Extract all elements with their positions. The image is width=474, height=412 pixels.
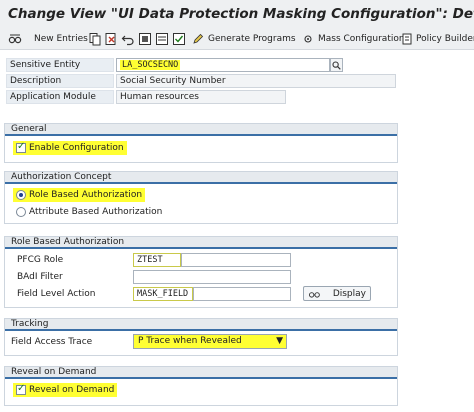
generate-programs-button[interactable]: Generate Programs <box>192 31 296 47</box>
undo-icon[interactable] <box>121 32 135 46</box>
badi-filter-input[interactable] <box>133 270 291 284</box>
reveal-on-demand-label: Reveal on Demand <box>29 385 115 395</box>
sensitive-entity-value: LA_SOCSECNO <box>120 60 181 70</box>
pencil-icon <box>193 33 204 44</box>
general-group: General ✓ Enable Configuration <box>4 123 398 163</box>
toolbar: New Entries Generate Programs Mass Confi… <box>0 28 474 50</box>
authorization-concept-group: Authorization Concept Role Based Authori… <box>4 171 398 224</box>
search-help-button[interactable] <box>330 58 343 72</box>
field-level-action-input-extension[interactable] <box>193 287 291 301</box>
checkmark-icon: ✓ <box>17 141 26 152</box>
description-value: Social Security Number <box>116 74 396 88</box>
mass-configuration-label: Mass Configuration <box>318 34 405 44</box>
chevron-down-icon: ▼ <box>276 336 283 346</box>
enable-configuration-checkbox[interactable]: ✓ Enable Configuration <box>13 141 127 155</box>
attribute-based-authorization-label: Attribute Based Authorization <box>29 207 163 217</box>
policy-builder-button[interactable]: Policy Builder <box>402 31 474 47</box>
reveal-on-demand-group: Reveal on Demand ✓ Reveal on Demand <box>4 366 398 406</box>
field-access-trace-value: P Trace when Revealed <box>138 336 242 346</box>
window-title: Change View "UI Data Protection Masking … <box>0 0 474 28</box>
radio-unselected-icon <box>16 207 26 217</box>
generate-programs-label: Generate Programs <box>208 34 296 44</box>
display-glasses-icon <box>309 291 320 298</box>
enable-configuration-label: Enable Configuration <box>29 143 124 153</box>
sensitive-entity-label: Sensitive Entity <box>6 58 114 72</box>
search-icon <box>332 60 341 70</box>
reveal-on-demand-checkbox[interactable]: ✓ Reveal on Demand <box>13 383 118 397</box>
general-group-title: General <box>5 124 397 136</box>
reveal-on-demand-title: Reveal on Demand <box>5 367 397 379</box>
mass-configuration-button[interactable]: Mass Configuration <box>302 31 405 47</box>
role-based-authorization-label: Role Based Authorization <box>29 190 143 200</box>
field-level-action-input[interactable]: MASK_FIELD <box>133 287 193 301</box>
checkmark-icon: ✓ <box>17 383 26 394</box>
select-block-icon[interactable] <box>155 32 169 46</box>
tracking-title: Tracking <box>5 319 397 331</box>
role-based-authorization-group: Role Based Authorization PFCG Role ZTEST… <box>4 236 398 308</box>
new-entries-button[interactable]: New Entries <box>30 31 88 47</box>
glasses-display-change-icon[interactable] <box>8 32 22 46</box>
field-level-action-label: Field Level Action <box>17 289 96 299</box>
delete-icon[interactable] <box>104 32 118 46</box>
description-label: Description <box>6 74 114 88</box>
enable-configuration-box: ✓ <box>16 141 26 153</box>
pfcg-role-input[interactable]: ZTEST <box>133 253 181 267</box>
document-icon <box>402 33 412 45</box>
pfcg-role-label: PFCG Role <box>17 255 64 265</box>
role-based-authorization-title: Role Based Authorization <box>5 237 397 249</box>
display-button-label: Display <box>332 288 366 299</box>
application-module-label: Application Module <box>6 90 114 104</box>
display-button[interactable]: Display <box>303 286 371 301</box>
select-all-icon[interactable] <box>138 32 152 46</box>
copy-icon[interactable] <box>88 32 102 46</box>
role-based-authorization-radio[interactable]: Role Based Authorization <box>13 188 146 202</box>
sensitive-entity-input[interactable]: LA_SOCSECNO <box>116 58 330 72</box>
policy-builder-label: Policy Builder <box>416 34 474 44</box>
badi-filter-label: BAdI Filter <box>17 272 63 282</box>
authorization-concept-title: Authorization Concept <box>5 172 397 184</box>
attribute-based-authorization-radio[interactable]: Attribute Based Authorization <box>13 205 165 219</box>
deselect-all-icon[interactable] <box>172 32 186 46</box>
field-access-trace-label: Field Access Trace <box>11 337 93 347</box>
pfcg-role-input-extension[interactable] <box>181 253 291 267</box>
field-access-trace-select[interactable]: P Trace when Revealed ▼ <box>133 334 287 349</box>
reveal-on-demand-box: ✓ <box>16 383 26 395</box>
settings-icon <box>304 35 312 43</box>
application-module-value: Human resources <box>116 90 286 104</box>
new-entries-label: New Entries <box>34 34 88 44</box>
tracking-group: Tracking Field Access Trace P Trace when… <box>4 318 398 356</box>
radio-selected-icon <box>16 190 26 200</box>
